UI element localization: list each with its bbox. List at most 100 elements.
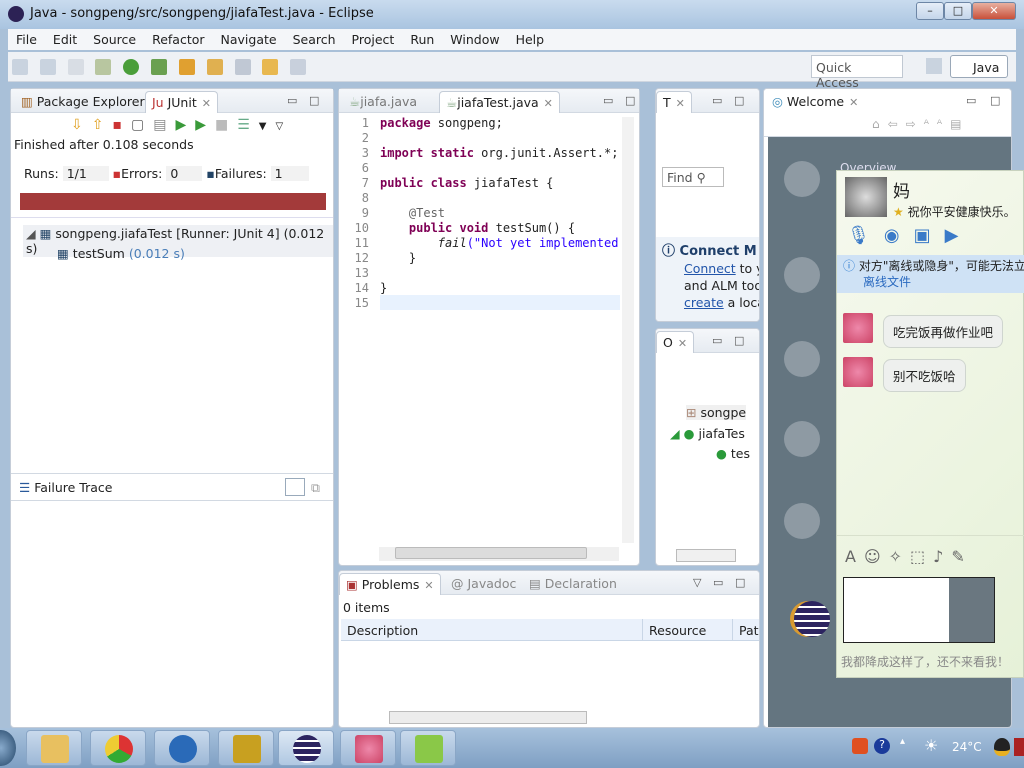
connect-link[interactable]: Connect <box>684 261 736 276</box>
open-type-icon[interactable] <box>178 59 195 75</box>
compare-icon[interactable]: ⧉ <box>311 480 320 496</box>
taskbar-notepad[interactable] <box>400 730 456 766</box>
whats-new-icon[interactable] <box>784 421 820 457</box>
close-button[interactable]: ✕ <box>972 2 1016 20</box>
save-all-icon[interactable] <box>67 59 84 75</box>
sogou-input-icon[interactable] <box>852 738 868 754</box>
next-failure-icon[interactable]: ⇩ <box>71 117 92 133</box>
show-hidden-icons[interactable]: ▴ <box>900 736 905 747</box>
create-link[interactable]: create <box>684 295 724 310</box>
horizontal-scrollbar[interactable] <box>379 547 619 561</box>
menu-help[interactable]: Help <box>508 29 553 50</box>
forward-icon[interactable] <box>290 59 307 75</box>
horizontal-scrollbar[interactable] <box>676 549 736 562</box>
menu-file[interactable]: File <box>8 29 45 50</box>
new-icon[interactable] <box>12 59 28 75</box>
minimize-icon[interactable]: ▭ <box>287 94 297 107</box>
taskbar-media[interactable] <box>154 730 210 766</box>
tab-package-explorer[interactable]: ▥ Package Explorer <box>15 91 151 113</box>
welcome-nav-icons[interactable]: ⌂⇦⇨ᴬᴬ▤ <box>872 117 969 131</box>
menu-source[interactable]: Source <box>85 29 144 50</box>
filter-stack-icon[interactable] <box>285 478 305 496</box>
tab-jiafa-java[interactable]: ☕jiafa.java <box>343 91 423 113</box>
tab-junit[interactable]: Ju JUnit ✕ <box>145 91 218 113</box>
outline-item-method[interactable]: ● tes <box>716 446 750 461</box>
annotation-icon[interactable] <box>234 59 251 75</box>
column-description[interactable]: Description <box>347 623 418 638</box>
taskbar-qq-chat[interactable] <box>340 730 396 766</box>
outline-item-class[interactable]: ◢ ● jiafaTes <box>670 426 745 441</box>
code-area[interactable]: package songpeng; import static org.junit… <box>380 116 620 311</box>
screenshot-thumbnail[interactable] <box>843 577 995 643</box>
tab-declaration[interactable]: ▤ Declaration <box>523 573 623 595</box>
maximize-button[interactable]: □ <box>944 2 972 20</box>
rerun-icon[interactable]: ▶ <box>175 117 195 133</box>
run-external-icon[interactable] <box>151 59 168 75</box>
rerun-failed-icon[interactable]: ▶ <box>195 117 215 133</box>
help-icon[interactable]: ? <box>874 738 890 754</box>
tutorials-icon[interactable] <box>784 257 820 293</box>
tab-outline[interactable]: O ✕ <box>656 331 695 353</box>
menu-search[interactable]: Search <box>285 29 344 50</box>
open-perspective-icon[interactable] <box>926 58 942 74</box>
maximize-icon[interactable]: □ <box>734 334 744 347</box>
chat-toolbar[interactable]: 🎙◉▣▶ <box>847 225 972 246</box>
minimize-icon[interactable]: ▭ <box>712 334 722 347</box>
workbench-icon[interactable] <box>784 503 820 539</box>
close-icon[interactable]: ✕ <box>676 97 685 110</box>
menu-project[interactable]: Project <box>344 29 403 50</box>
maximize-icon[interactable]: □ <box>309 94 319 107</box>
vertical-scrollbar[interactable] <box>622 117 634 543</box>
show-failures-icon[interactable]: ▪ <box>112 117 131 133</box>
horizontal-scrollbar[interactable] <box>389 711 587 724</box>
samples-icon[interactable] <box>784 341 820 377</box>
previous-failure-icon[interactable]: ⇧ <box>92 117 113 133</box>
find-input[interactable]: Find ⚲ <box>662 167 724 187</box>
expand-icon[interactable]: ◢ <box>26 226 40 241</box>
minimize-icon[interactable]: ▭ <box>603 94 613 107</box>
taskbar-app[interactable] <box>218 730 274 766</box>
close-icon[interactable]: ✕ <box>544 97 553 110</box>
history-icon[interactable]: ☰ <box>237 117 259 133</box>
menu-edit[interactable]: Edit <box>45 29 85 50</box>
java-perspective-button[interactable]: Java <box>950 55 1008 78</box>
tree-item-testsum[interactable]: ▦ testSum (0.012 s) <box>57 246 185 261</box>
offline-file-link[interactable]: 离线文件 <box>843 275 911 289</box>
view-menu-icon[interactable]: ▽ <box>693 576 701 589</box>
minimize-button[interactable]: – <box>916 2 944 20</box>
back-icon[interactable] <box>262 59 279 75</box>
run-icon[interactable] <box>123 59 140 75</box>
minimize-icon[interactable]: ▭ <box>966 94 976 107</box>
close-icon[interactable]: ✕ <box>424 579 433 592</box>
close-icon[interactable]: ✕ <box>678 337 687 350</box>
chat-input-text[interactable]: 我都降成这样了，还不来看我！ <box>841 653 1009 670</box>
maximize-icon[interactable]: □ <box>625 94 635 107</box>
search-icon[interactable] <box>206 59 223 75</box>
menu-run[interactable]: Run <box>402 29 442 50</box>
tab-javadoc[interactable]: @ Javadoc <box>445 573 522 595</box>
debug-icon[interactable] <box>95 59 112 75</box>
tab-welcome[interactable]: ◎ Welcome ✕ <box>766 91 865 113</box>
taskbar-eclipse[interactable] <box>278 730 334 766</box>
close-icon[interactable]: ✕ <box>849 96 858 109</box>
tab-jiafatest-java[interactable]: ☕jiafaTest.java ✕ <box>439 91 560 113</box>
tab-problems[interactable]: ▣ Problems ✕ <box>339 573 441 595</box>
maximize-icon[interactable]: □ <box>990 94 1000 107</box>
minimize-icon[interactable]: ▭ <box>713 576 723 589</box>
layout-icon[interactable]: ▤ <box>153 117 175 133</box>
maximize-icon[interactable]: □ <box>734 94 744 107</box>
taskbar-explorer[interactable] <box>26 730 82 766</box>
qq-icon[interactable] <box>994 738 1010 756</box>
column-path[interactable]: Pat <box>732 619 759 641</box>
save-icon[interactable] <box>39 59 56 75</box>
stop-icon[interactable]: ■ <box>215 117 237 133</box>
column-resource[interactable]: Resource <box>642 619 712 641</box>
quick-access-input[interactable]: Quick Access <box>811 55 903 90</box>
menu-window[interactable]: Window <box>442 29 507 50</box>
menu-refactor[interactable]: Refactor <box>144 29 212 50</box>
start-button[interactable] <box>0 730 16 766</box>
outline-item-package[interactable]: ⊞ songpe <box>686 405 747 420</box>
input-toolbar[interactable]: A☺✧⬚♪✎ <box>845 547 973 566</box>
taskbar-chrome[interactable] <box>90 730 146 766</box>
scroll-lock-icon[interactable]: ▢ <box>131 117 153 133</box>
